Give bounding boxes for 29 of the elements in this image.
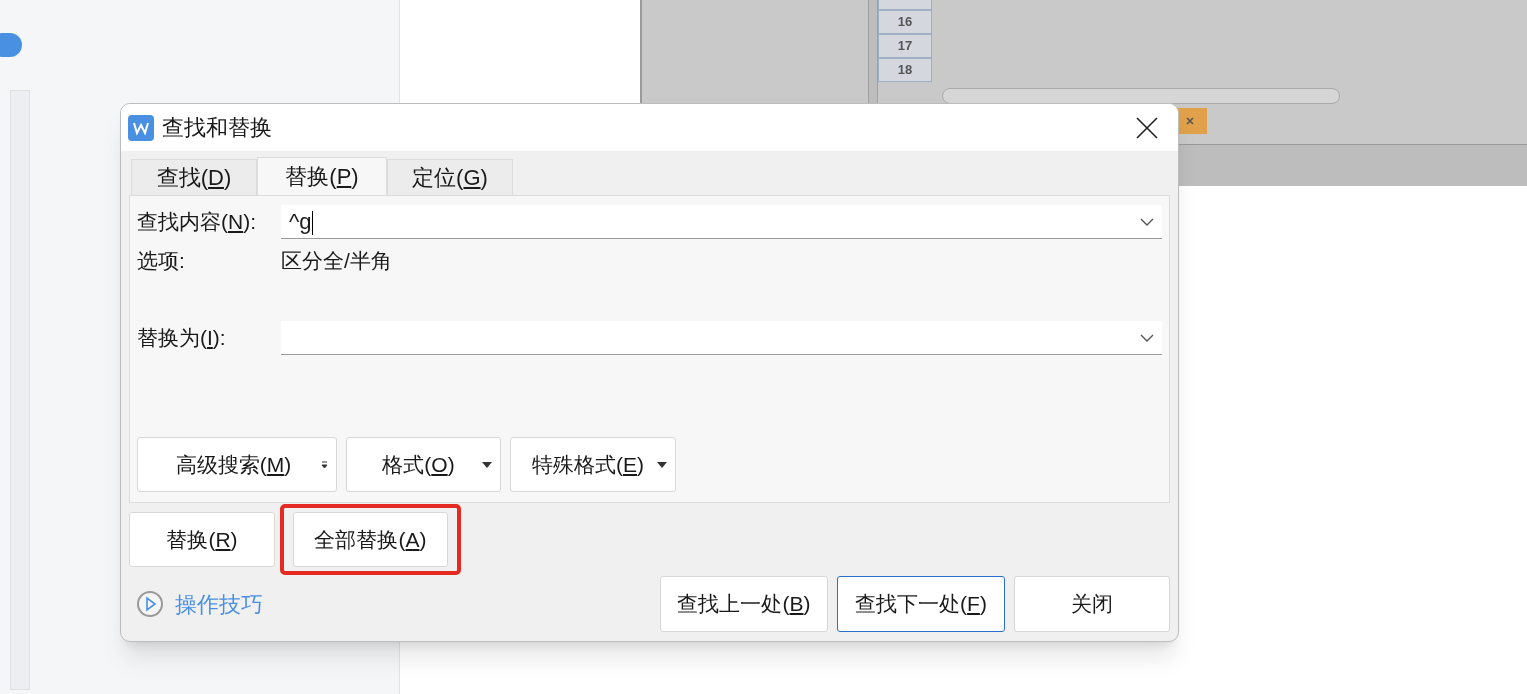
row-header: 16 [878, 10, 932, 34]
tab[interactable]: 定位(G) [387, 159, 513, 195]
nav-button[interactable]: 查找下一处(F) [837, 576, 1005, 632]
row-header: 17 [878, 34, 932, 58]
nav-button[interactable]: 关闭 [1014, 576, 1170, 632]
caret-icon [321, 460, 328, 469]
options-label: 选项: [137, 248, 186, 275]
replace-field[interactable] [281, 321, 1162, 355]
close-icon[interactable] [1136, 116, 1158, 139]
options-value: 区分全/半角 [281, 248, 392, 275]
dropdown-button[interactable]: 特殊格式(E) [510, 437, 676, 492]
play-circle-icon[interactable] [136, 590, 164, 618]
app-logo-icon [128, 114, 154, 141]
dialog-title: 查找和替换 [162, 114, 272, 142]
action-button[interactable]: 全部替换(A) [293, 512, 448, 567]
find-field[interactable]: ^g [281, 205, 1162, 239]
action-button[interactable]: 替换(R) [129, 512, 275, 567]
chevron-down-icon [1140, 333, 1154, 342]
chevron-down-icon [1140, 217, 1154, 226]
find-label: 查找内容(N): [137, 209, 257, 236]
caret-icon [482, 461, 492, 468]
row-header: 18 [878, 58, 932, 82]
tab[interactable]: 查找(D) [131, 159, 257, 195]
dropdown-button[interactable]: 格式(O) [346, 437, 501, 492]
dropdown-button[interactable]: 高级搜索(M) [137, 437, 337, 492]
replace-label: 替换为(I): [137, 325, 227, 352]
nav-button[interactable]: 查找上一处(B) [660, 576, 828, 632]
caret-icon [657, 461, 667, 468]
tab[interactable]: 替换(P) [257, 157, 387, 195]
